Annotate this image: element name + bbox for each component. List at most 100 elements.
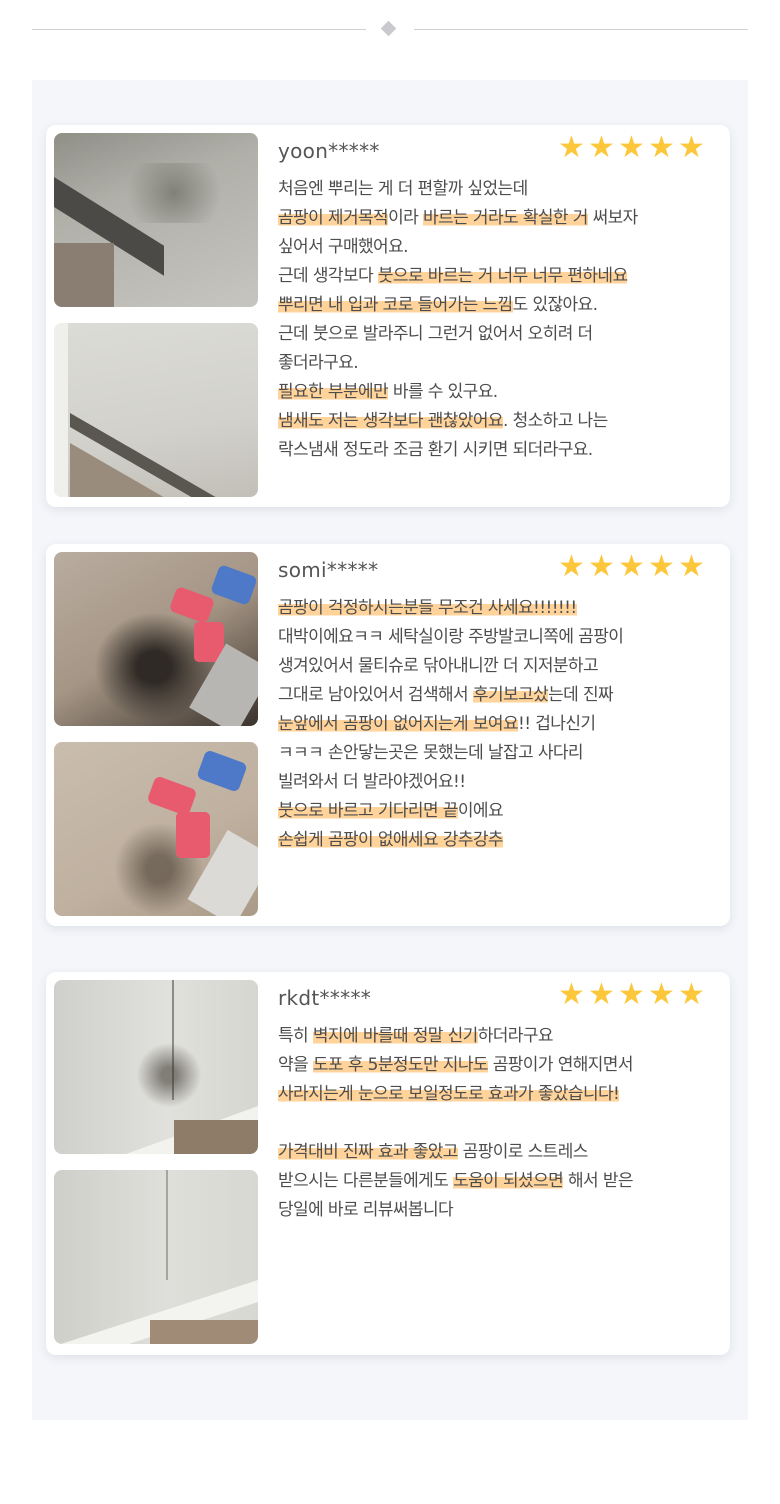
review-text-segment: 생겨있어서 물티슈로 닦아내니깐 더 지저분하고 — [278, 656, 599, 676]
review-text-segment: 약을 — [278, 1055, 313, 1075]
review-line: 약을 도포 후 5분정도만 지나도 곰팡이가 연해지면서 — [278, 1051, 718, 1080]
review-photo-after[interactable] — [54, 1170, 258, 1344]
review-card: somi***** ★ ★ ★ ★ ★ 곰팡이 걱정하시는분들 무조건 사세요!!!!!… — [46, 544, 730, 926]
review-text-segment: 락스냄새 정도라 조금 환기 시키면 되더라구요. — [278, 440, 593, 460]
star-icon: ★ — [648, 130, 675, 165]
review-line: 빌려와서 더 발라야겠어요!! — [278, 768, 718, 797]
review-text-segment: 받으시는 다른분들에게도 — [278, 1171, 454, 1191]
review-text-segment: 근데 생각보다 — [278, 266, 378, 286]
review-photo-before[interactable] — [54, 133, 258, 307]
review-line: 냄새도 저는 생각보다 괜찮았어요. 청소하고 나는 — [278, 407, 718, 436]
highlighted-text: 곰팡이 제거목적 — [278, 208, 389, 228]
reviewer-name: yoon***** — [278, 139, 380, 163]
review-line: 대박이에요ㅋㅋ 세탁실이랑 주방발코니쪽에 곰팡이 — [278, 623, 718, 652]
highlighted-text: 바르는 거라도 확실한 거 — [422, 208, 588, 228]
review-line: 생겨있어서 물티슈로 닦아내니깐 더 지저분하고 — [278, 652, 718, 681]
review-line: 손쉽게 곰팡이 없애세요 강추강추 — [278, 826, 718, 855]
review-text-segment: . 청소하고 나는 — [502, 411, 608, 431]
highlighted-text: 사라지는게 눈으로 보일정도로 효과가 좋았습니다! — [278, 1084, 620, 1104]
review-text-segment: 처음엔 뿌리는 게 더 편할까 싶었는데 — [278, 179, 528, 199]
review-line: 뿌리면 내 입과 코로 들어가는 느낌도 있잖아요. — [278, 291, 718, 320]
review-line: 싶어서 구매했어요. — [278, 233, 718, 262]
star-icon: ★ — [678, 549, 705, 584]
highlighted-text: 후기보고샀 — [472, 685, 549, 705]
review-text-segment: 해서 받은 — [563, 1171, 634, 1191]
review-line: 근데 붓으로 발라주니 그런거 없어서 오히려 더 — [278, 320, 718, 349]
highlighted-text: 곰팡이 걱정하시는분들 무조건 사세요!!!!!!! — [278, 598, 577, 618]
review-text-segment: !! 겁나신기 — [518, 714, 596, 734]
review-card: yoon***** ★ ★ ★ ★ ★ 처음엔 뿌리는 게 더 편할까 싶었는데 곰팡이 … — [46, 125, 730, 507]
highlighted-text: 눈앞에서 곰팡이 없어지는게 보여요 — [278, 714, 519, 734]
review-text-segment: 싶어서 구매했어요. — [278, 237, 409, 257]
star-icon: ★ — [558, 130, 585, 165]
highlighted-text: 필요한 부분에만 — [278, 382, 389, 402]
review-line: 그대로 남아있어서 검색해서 후기보고샀는데 진짜 — [278, 681, 718, 710]
review-text-segment: ㅋㅋㅋ 손안닿는곳은 못했는데 날잡고 사다리 — [278, 743, 584, 763]
highlighted-text: 붓으로 바르는 거 너무 너무 편하네요 — [377, 266, 628, 286]
review-text-segment: 당일에 바로 리뷰써봅니다 — [278, 1200, 454, 1220]
review-line: 가격대비 진짜 효과 좋았고 곰팡이로 스트레스 — [278, 1138, 718, 1167]
review-line: 눈앞에서 곰팡이 없어지는게 보여요!! 겁나신기 — [278, 710, 718, 739]
review-text-segment: 써보자 — [587, 208, 639, 228]
star-icon: ★ — [588, 549, 615, 584]
star-icon: ★ — [558, 977, 585, 1012]
highlighted-text: 도포 후 5분정도만 지나도 — [312, 1055, 489, 1075]
star-icon: ★ — [558, 549, 585, 584]
review-photo-before[interactable] — [54, 552, 258, 726]
review-text-segment: 곰팡이가 연해지면서 — [487, 1055, 634, 1075]
review-line: 곰팡이 제거목적이라 바르는 거라도 확실한 거 써보자 — [278, 204, 718, 233]
star-rating: ★ ★ ★ ★ ★ — [558, 977, 708, 1012]
highlighted-text: 붓으로 바르고 기다리면 끝 — [278, 801, 458, 821]
review-line: 붓으로 바르고 기다리면 끝이에요 — [278, 797, 718, 826]
review-line: 받으시는 다른분들에게도 도움이 되셨으면 해서 받은 — [278, 1167, 718, 1196]
section-divider — [32, 20, 748, 38]
review-text-segment: 는데 진짜 — [548, 685, 614, 705]
review-line: 특히 벽지에 바를때 정말 신기하더라구요 — [278, 1022, 718, 1051]
review-text-segment: 그대로 남아있어서 검색해서 — [278, 685, 473, 705]
review-line: 근데 생각보다 붓으로 바르는 거 너무 너무 편하네요 — [278, 262, 718, 291]
star-icon: ★ — [648, 549, 675, 584]
review-text-segment: 특히 — [278, 1026, 313, 1046]
review-line: 좋더라구요. — [278, 349, 718, 378]
review-text-segment: 하더라구요 — [477, 1026, 554, 1046]
review-photo-after[interactable] — [54, 742, 258, 916]
star-icon: ★ — [618, 130, 645, 165]
star-icon: ★ — [678, 130, 705, 165]
review-line: 곰팡이 걱정하시는분들 무조건 사세요!!!!!!! — [278, 594, 718, 623]
reviewer-name: rkdt***** — [278, 986, 372, 1010]
review-text-segment: 곰팡이로 스트레스 — [457, 1142, 589, 1162]
highlighted-text: 냄새도 저는 생각보다 괜찮았어요 — [278, 411, 504, 431]
review-line: ㅋㅋㅋ 손안닿는곳은 못했는데 날잡고 사다리 — [278, 739, 718, 768]
highlighted-text: 가격대비 진짜 효과 좋았고 — [278, 1142, 458, 1162]
review-text-segment: 바를 수 있구요. — [388, 382, 498, 402]
star-icon: ★ — [618, 977, 645, 1012]
star-icon: ★ — [678, 977, 705, 1012]
star-icon: ★ — [588, 130, 615, 165]
review-line: 필요한 부분에만 바를 수 있구요. — [278, 378, 718, 407]
review-photo-before[interactable] — [54, 980, 258, 1154]
reviewer-name: somi***** — [278, 558, 379, 582]
review-text-segment: 빌려와서 더 발라야겠어요!! — [278, 772, 466, 792]
review-line — [278, 1109, 718, 1138]
review-text-segment: 대박이에요ㅋㅋ 세탁실이랑 주방발코니쪽에 곰팡이 — [278, 627, 624, 647]
review-text-segment: 좋더라구요. — [278, 353, 359, 373]
review-photo-after[interactable] — [54, 323, 258, 497]
divider-line-left — [32, 29, 366, 30]
star-rating: ★ ★ ★ ★ ★ — [558, 130, 708, 165]
review-card: rkdt***** ★ ★ ★ ★ ★ 특히 벽지에 바를때 정말 신기하더라구요 약을 … — [46, 972, 730, 1355]
star-rating: ★ ★ ★ ★ ★ — [558, 549, 708, 584]
divider-line-right — [414, 29, 748, 30]
highlighted-text: 벽지에 바를때 정말 신기 — [312, 1026, 478, 1046]
review-line: 당일에 바로 리뷰써봅니다 — [278, 1196, 718, 1225]
highlighted-text: 도움이 되셨으면 — [453, 1171, 564, 1191]
review-text-segment: 근데 붓으로 발라주니 그런거 없어서 오히려 더 — [278, 324, 593, 344]
highlighted-text: 뿌리면 내 입과 코로 들어가는 느낌 — [278, 295, 513, 315]
star-icon: ★ — [588, 977, 615, 1012]
review-text-segment: 도 있잖아요. — [512, 295, 598, 315]
review-text-segment: 이에요 — [457, 801, 504, 821]
review-text: 곰팡이 걱정하시는분들 무조건 사세요!!!!!!! 대박이에요ㅋㅋ 세탁실이랑 … — [278, 594, 718, 855]
highlighted-text: 손쉽게 곰팡이 없애세요 강추강추 — [278, 830, 504, 850]
review-line: 처음엔 뿌리는 게 더 편할까 싶었는데 — [278, 175, 718, 204]
review-text: 처음엔 뿌리는 게 더 편할까 싶었는데곰팡이 제거목적이라 바르는 거라도 확… — [278, 175, 718, 465]
diamond-icon — [380, 20, 397, 37]
